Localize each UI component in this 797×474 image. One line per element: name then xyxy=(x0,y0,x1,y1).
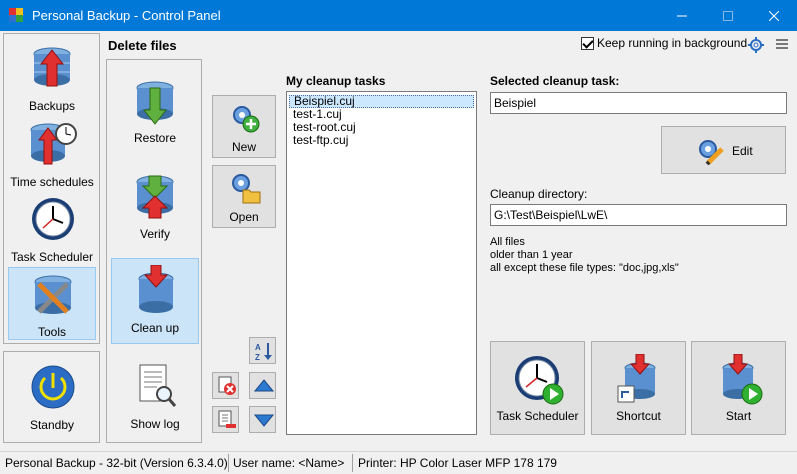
database-restore-icon xyxy=(136,81,174,125)
log-document-icon xyxy=(139,364,177,407)
status-printer: Printer: HP Color Laser MFP 178 179 xyxy=(358,456,557,470)
shortcut-button[interactable]: Shortcut xyxy=(591,341,686,435)
database-cleanup-icon xyxy=(138,265,174,313)
maximize-button[interactable] xyxy=(705,0,751,31)
nav-time-schedules[interactable]: Time schedules xyxy=(8,118,96,190)
task-scheduler-action-button[interactable]: Task Scheduler xyxy=(490,341,585,435)
verify-label: Verify xyxy=(139,227,170,241)
sort-button[interactable]: A Z xyxy=(249,337,276,364)
status-separator xyxy=(228,454,229,472)
standby-button[interactable]: Standby xyxy=(8,358,96,438)
restore-label: Restore xyxy=(133,131,177,145)
nav-backups[interactable]: Backups xyxy=(8,40,96,114)
svg-text:A: A xyxy=(255,343,261,352)
title-bar: Personal Backup - Control Panel xyxy=(0,0,797,31)
nav-tools-label: Tools xyxy=(37,325,66,339)
cleanup-task-list[interactable]: Beispiel.cuj test-1.cuj test-root.cuj te… xyxy=(286,91,477,435)
selected-task-label: Selected cleanup task: xyxy=(490,74,620,88)
close-button[interactable] xyxy=(751,0,797,31)
clock-icon xyxy=(32,198,74,240)
cleanup-tasks-title: My cleanup tasks xyxy=(286,74,386,88)
edit-label: Edit xyxy=(732,144,753,158)
minimize-button[interactable] xyxy=(659,0,705,31)
task-scheduler-action-label: Task Scheduler xyxy=(496,409,579,423)
list-item[interactable]: test-ftp.cuj xyxy=(289,134,474,147)
nav-task-scheduler-label: Task Scheduler xyxy=(10,250,94,264)
new-label: New xyxy=(231,140,256,154)
standby-panel: Standby xyxy=(3,351,100,443)
nav-task-scheduler[interactable]: Task Scheduler xyxy=(8,194,96,266)
open-folder-icon xyxy=(232,174,261,204)
schedule-clock-icon xyxy=(30,123,77,165)
nav-time-schedules-label: Time schedules xyxy=(10,175,94,189)
filter-info-line: older than 1 year xyxy=(490,249,573,261)
power-icon xyxy=(31,365,75,409)
open-label: Open xyxy=(229,210,259,224)
verify-button[interactable]: Verify xyxy=(111,168,199,250)
arrow-up-icon xyxy=(254,379,274,392)
show-log-label: Show log xyxy=(130,417,180,431)
section-title: Delete files xyxy=(108,38,177,53)
tools-submenu: Restore Verify Clean up Show log xyxy=(106,59,202,443)
status-separator xyxy=(352,454,353,472)
checkbox-checked[interactable] xyxy=(581,36,594,50)
arrow-down-icon xyxy=(254,414,274,427)
window-title: Personal Backup - Control Panel xyxy=(32,8,221,23)
remove-task-button[interactable] xyxy=(212,406,239,433)
selected-task-field[interactable]: Beispiel xyxy=(490,92,787,114)
menu-icon[interactable] xyxy=(776,38,788,50)
standby-label: Standby xyxy=(29,418,75,432)
database-verify-icon xyxy=(136,175,174,219)
clean-up-label: Clean up xyxy=(130,321,180,335)
clean-up-button[interactable]: Clean up xyxy=(111,258,199,344)
start-icon xyxy=(722,354,763,405)
main-nav: Backups Time schedules Task Scheduler To… xyxy=(3,33,100,344)
status-version: Personal Backup - 32-bit (Version 6.3.4.… xyxy=(5,456,228,470)
sort-az-icon: A Z xyxy=(255,343,272,361)
scheduler-clock-icon xyxy=(515,356,564,405)
shortcut-icon xyxy=(617,354,656,403)
open-task-button[interactable]: Open xyxy=(212,165,276,228)
database-upload-icon xyxy=(33,47,71,87)
settings-gear-icon[interactable] xyxy=(748,37,764,53)
new-task-button[interactable]: New xyxy=(212,95,276,158)
app-icon xyxy=(9,8,23,22)
cleanup-directory-label: Cleanup directory: xyxy=(490,187,588,201)
start-label: Start xyxy=(725,409,752,423)
start-button[interactable]: Start xyxy=(691,341,786,435)
move-up-button[interactable] xyxy=(249,372,276,399)
filter-info-line: all except these file types: "doc,jpg,xl… xyxy=(490,262,679,274)
filter-info-line: All files xyxy=(490,236,525,248)
tools-icon xyxy=(34,275,72,314)
move-down-button[interactable] xyxy=(249,406,276,433)
edit-button[interactable]: Edit xyxy=(661,126,786,174)
remove-document-icon xyxy=(218,410,236,428)
status-user: User name: <Name> xyxy=(233,456,345,470)
nav-backups-label: Backups xyxy=(28,99,76,113)
maximize-icon xyxy=(723,10,733,21)
delete-document-icon xyxy=(218,376,236,395)
show-log-button[interactable]: Show log xyxy=(111,354,199,436)
shortcut-label: Shortcut xyxy=(616,409,661,423)
cleanup-directory-field[interactable]: G:\Test\Beispiel\LwE\ xyxy=(490,204,787,226)
keep-running-label: Keep running in background xyxy=(597,36,748,50)
delete-task-button[interactable] xyxy=(212,372,239,399)
edit-gear-icon xyxy=(699,140,724,165)
nav-tools[interactable]: Tools xyxy=(8,267,96,340)
status-bar: Personal Backup - 32-bit (Version 6.3.4.… xyxy=(0,451,797,474)
svg-text:Z: Z xyxy=(255,353,260,361)
minimize-icon xyxy=(677,15,687,16)
keep-running-checkbox[interactable]: Keep running in background xyxy=(581,36,747,50)
close-icon xyxy=(769,10,779,21)
new-gear-icon xyxy=(233,106,260,133)
restore-button[interactable]: Restore xyxy=(111,74,199,154)
